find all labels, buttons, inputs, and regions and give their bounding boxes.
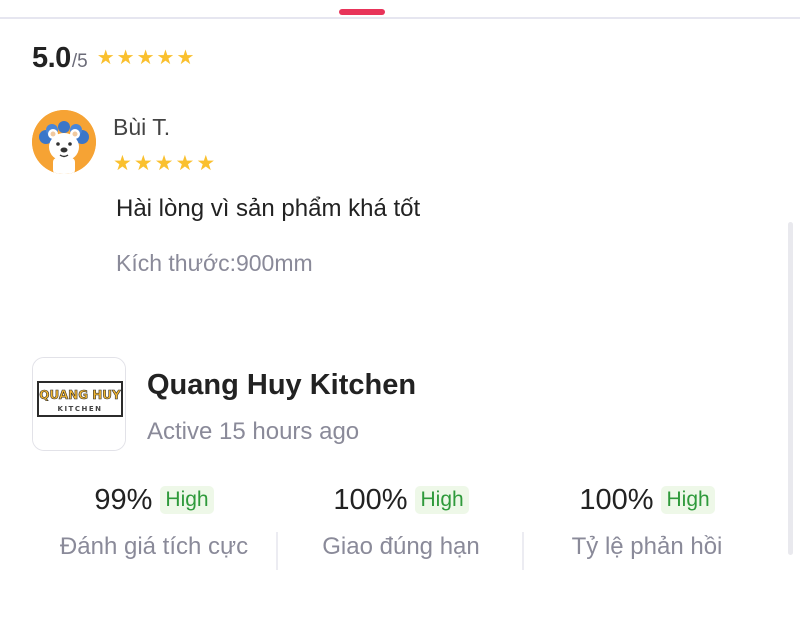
star-icon: ★ (116, 47, 135, 69)
star-icon: ★ (176, 47, 195, 69)
review-stars: ★ ★ ★ ★ ★ (113, 153, 215, 175)
scrollbar[interactable] (788, 222, 793, 555)
rating-summary: 5.0 /5 ★ ★ ★ ★ ★ (32, 42, 194, 75)
stat-divider (522, 532, 524, 570)
stat-percent: 100% (333, 483, 408, 516)
top-divider (0, 17, 800, 19)
review-variant: Kích thước:900mm (116, 250, 313, 276)
stat-label: Tỷ lệ phản hồi (571, 533, 723, 560)
shop-logo-image: QUANG HUY KITCHEN (33, 358, 125, 450)
star-icon: ★ (154, 152, 174, 175)
stat-badge: High (661, 486, 715, 514)
shop-status: Active 15 hours ago (147, 418, 360, 445)
review-text: Hài lòng vì sản phẩm khá tốt (116, 195, 421, 222)
rating-max: /5 (71, 51, 88, 72)
stat-percent: 100% (579, 483, 654, 516)
shop-logo[interactable]: QUANG HUY KITCHEN (32, 357, 126, 451)
stat-on-time-delivery: 100% High Giao đúng hạn (294, 480, 508, 561)
stat-badge: High (415, 486, 469, 514)
rating-summary-stars: ★ ★ ★ ★ ★ (97, 48, 195, 68)
star-icon: ★ (96, 47, 115, 69)
stat-positive-rating: 99% High Đánh giá tích cực (40, 480, 268, 561)
stat-response-rate: 100% High Tỷ lệ phản hồi (536, 480, 758, 561)
star-icon: ★ (196, 152, 216, 175)
sheet-drag-handle[interactable] (339, 9, 385, 15)
star-icon: ★ (133, 152, 153, 175)
stat-percent: 99% (94, 483, 153, 516)
star-icon: ★ (136, 47, 155, 69)
stat-badge: High (160, 486, 214, 514)
stat-label: Đánh giá tích cực (59, 533, 249, 560)
shop-name[interactable]: Quang Huy Kitchen (147, 369, 416, 402)
reviewer-avatar (32, 110, 96, 174)
stat-divider (276, 532, 278, 570)
star-icon: ★ (175, 152, 195, 175)
shop-logo-line2: KITCHEN (58, 405, 103, 413)
rating-value: 5.0 (32, 42, 71, 74)
stat-label: Giao đúng hạn (322, 533, 480, 560)
star-icon: ★ (156, 47, 175, 69)
polar-bear-avatar-icon (32, 110, 96, 174)
star-icon: ★ (113, 152, 132, 175)
reviewer-name: Bùi T. (113, 114, 171, 140)
shop-logo-line1: QUANG HUY (39, 388, 121, 402)
